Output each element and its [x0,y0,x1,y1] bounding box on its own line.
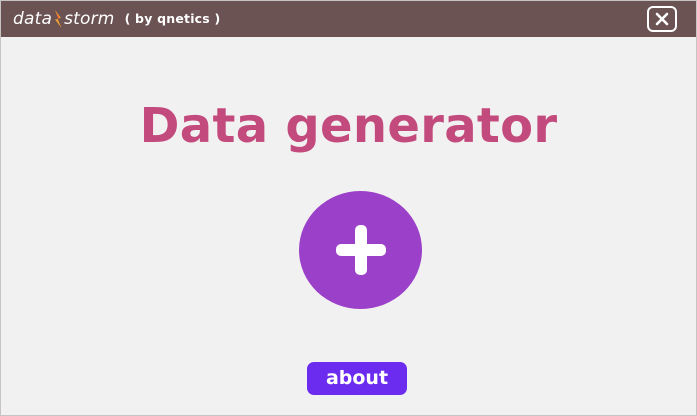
brand: data storm ( by qnetics ) [13,8,220,30]
app-logo: data storm [13,8,115,30]
logo-text-data: data [13,9,53,29]
title-bar: data storm ( by qnetics ) [1,1,696,37]
app-window: data storm ( by qnetics ) Data generator… [0,0,697,416]
close-icon [655,12,669,26]
page-title: Data generator [139,98,558,154]
plus-icon [335,225,386,275]
about-button[interactable]: about [307,362,407,395]
lightning-bolt-icon [55,10,62,28]
byline: ( by qnetics ) [124,11,221,26]
logo-text-storm: storm [64,9,115,29]
add-button[interactable] [299,191,422,309]
close-button[interactable] [647,6,677,32]
